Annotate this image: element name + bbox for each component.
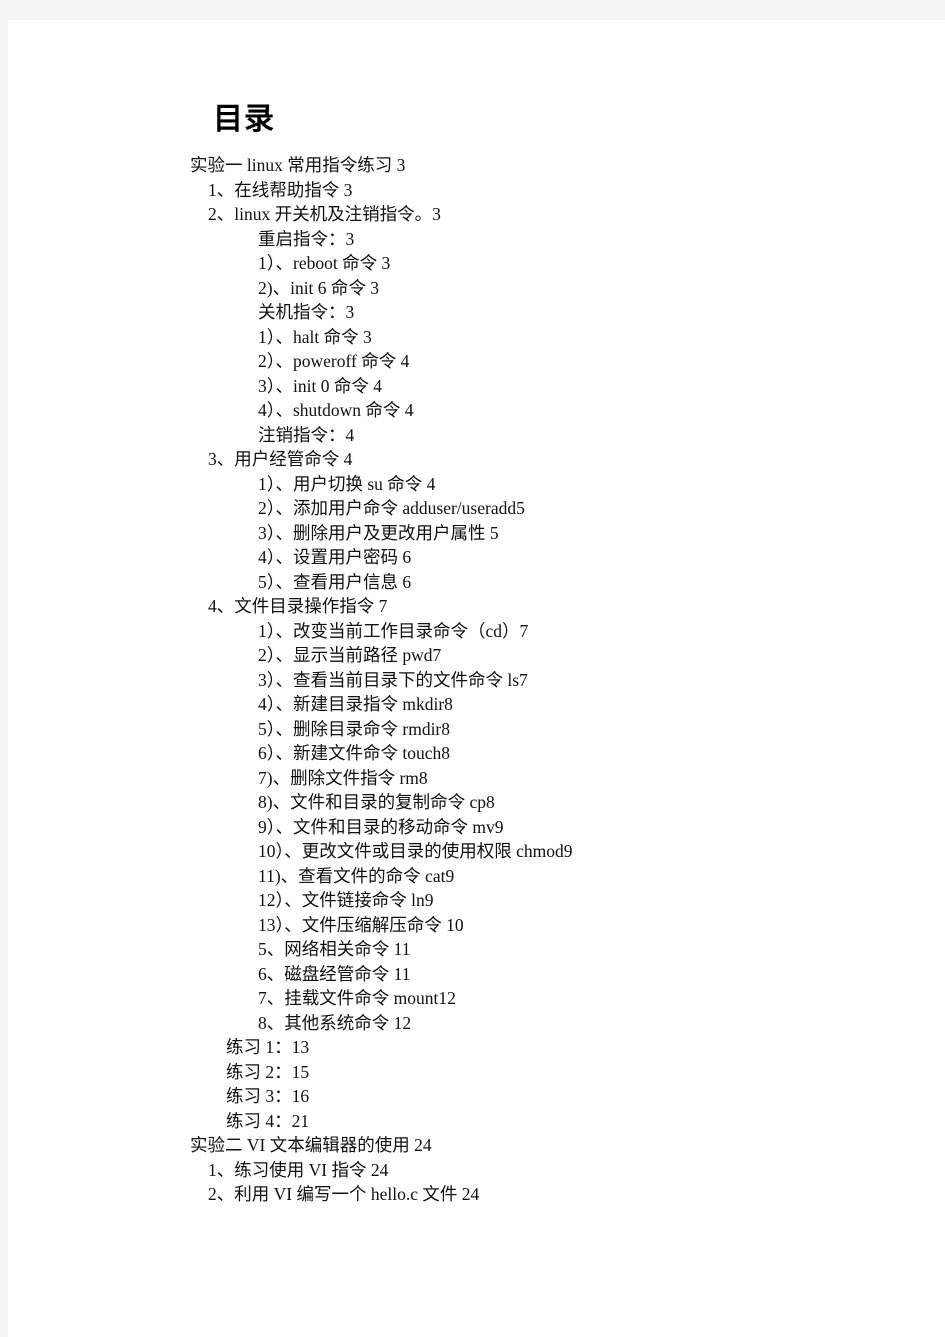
toc-entry[interactable]: 4）、shutdown 命令 4 — [8, 398, 945, 423]
toc-entry[interactable]: 12）、文件链接命令 ln9 — [8, 888, 945, 913]
toc-entry[interactable]: 6、磁盘经管命令 11 — [8, 962, 945, 987]
toc-entry[interactable]: 10）、更改文件或目录的使用权限 chmod9 — [8, 839, 945, 864]
toc-entry[interactable]: 9）、文件和目录的移动命令 mv9 — [8, 815, 945, 840]
toc-entry[interactable]: 8)、文件和目录的复制命令 cp8 — [8, 790, 945, 815]
toc-entry[interactable]: 4）、新建目录指令 mkdir8 — [8, 692, 945, 717]
toc-entry[interactable]: 3、用户经管命令 4 — [8, 447, 945, 472]
toc-entry[interactable]: 3）、init 0 命令 4 — [8, 374, 945, 399]
toc-entry[interactable]: 2）、显示当前路径 pwd7 — [8, 643, 945, 668]
toc-entry[interactable]: 5、网络相关命令 11 — [8, 937, 945, 962]
toc-entry[interactable]: 4、文件目录操作指令 7 — [8, 594, 945, 619]
toc-entry[interactable]: 练习 3：16 — [8, 1084, 945, 1109]
toc-entry[interactable]: 1）、reboot 命令 3 — [8, 251, 945, 276]
toc-entry[interactable]: 练习 1：13 — [8, 1035, 945, 1060]
toc-entry[interactable]: 7)、删除文件指令 rm8 — [8, 766, 945, 791]
toc-entry[interactable]: 练习 2：15 — [8, 1060, 945, 1085]
toc-entry[interactable]: 2、linux 开关机及注销指令。3 — [8, 202, 945, 227]
toc-entry[interactable]: 关机指令：3 — [8, 300, 945, 325]
toc-entry[interactable]: 5）、查看用户信息 6 — [8, 570, 945, 595]
toc-entry[interactable]: 重启指令：3 — [8, 227, 945, 252]
toc-entry[interactable]: 1）、改变当前工作目录命令（cd）7 — [8, 619, 945, 644]
toc-entry[interactable]: 2）、添加用户命令 adduser/useradd5 — [8, 496, 945, 521]
toc-entry[interactable]: 13）、文件压缩解压命令 10 — [8, 913, 945, 938]
toc-entry[interactable]: 6）、新建文件命令 touch8 — [8, 741, 945, 766]
toc-entry[interactable]: 1、练习使用 VI 指令 24 — [8, 1158, 945, 1183]
toc-entry[interactable]: 实验一 linux 常用指令练习 3 — [8, 153, 945, 178]
toc-entry[interactable]: 2、利用 VI 编写一个 hello.c 文件 24 — [8, 1182, 945, 1207]
toc-entry[interactable]: 1、在线帮助指令 3 — [8, 178, 945, 203]
page-title: 目录 — [213, 103, 275, 136]
toc-entry[interactable]: 4）、设置用户密码 6 — [8, 545, 945, 570]
toc-entry[interactable]: 实验二 VI 文本编辑器的使用 24 — [8, 1133, 945, 1158]
toc-entry[interactable]: 2)、init 6 命令 3 — [8, 276, 945, 301]
toc-entry[interactable]: 2）、poweroff 命令 4 — [8, 349, 945, 374]
toc-entry[interactable]: 练习 4：21 — [8, 1109, 945, 1134]
toc-entry[interactable]: 11)、查看文件的命令 cat9 — [8, 864, 945, 889]
toc-entry[interactable]: 8、其他系统命令 12 — [8, 1011, 945, 1036]
toc-entry[interactable]: 3）、查看当前目录下的文件命令 ls7 — [8, 668, 945, 693]
toc-entry[interactable]: 1）、用户切换 su 命令 4 — [8, 472, 945, 497]
toc-entry[interactable]: 3）、删除用户及更改用户属性 5 — [8, 521, 945, 546]
toc-entry[interactable]: 注销指令：4 — [8, 423, 945, 448]
table-of-contents: 实验一 linux 常用指令练习 3 1、在线帮助指令 3 2、linux 开关机及… — [8, 153, 945, 1207]
toc-entry[interactable]: 1）、halt 命令 3 — [8, 325, 945, 350]
toc-entry[interactable]: 5）、删除目录命令 rmdir8 — [8, 717, 945, 742]
toc-entry[interactable]: 7、挂载文件命令 mount12 — [8, 986, 945, 1011]
document-page: 目录 实验一 linux 常用指令练习 3 1、在线帮助指令 3 2、linux 开… — [8, 20, 945, 1337]
